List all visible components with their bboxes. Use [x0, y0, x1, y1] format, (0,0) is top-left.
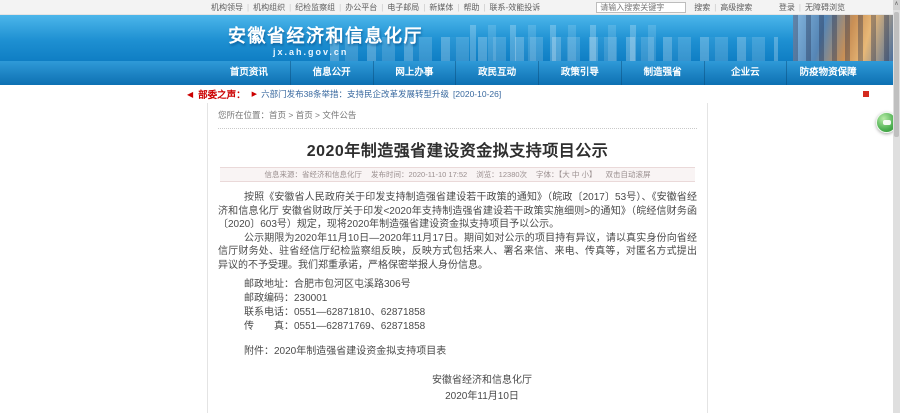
utility-link-new-media[interactable]: 新媒体 [419, 2, 453, 13]
article-paragraph: 按照《安徽省人民政府关于印发支持制造强省建设若干政策的通知》（皖政〔2017〕5… [218, 191, 697, 232]
font-size-controls[interactable]: 字体：【大 中 小】 [536, 169, 596, 180]
utility-link-email[interactable]: 电子邮局 [377, 2, 419, 13]
signature-org: 安徽省经济和信息化厅 [427, 373, 537, 389]
banner-skyline-towers-graphic [470, 25, 670, 61]
browser-page: 机构领导 机构组织 纪检监察组 办公平台 电子邮局 新媒体 帮助 联系-效能投诉… [0, 0, 900, 413]
ticker-prev-icon[interactable]: ◀ [187, 90, 193, 99]
nav-item-manufacturing-province[interactable]: 制造强省 [621, 61, 704, 85]
utility-link-help[interactable]: 帮助 [453, 2, 479, 13]
utility-bar: 机构领导 机构组织 纪检监察组 办公平台 电子邮局 新媒体 帮助 联系-效能投诉… [0, 0, 893, 15]
attachment-reference: 附件：2020年制造强省建设资金拟支持项目表 [218, 342, 697, 357]
contact-postcode: 邮政编码：230001 [244, 292, 697, 306]
nav-item-online-services[interactable]: 网上办事 [373, 61, 456, 85]
utility-link-leadership[interactable]: 机构领导 [211, 2, 243, 13]
article-body: 按照《安徽省人民政府关于印发支持制造强省建设若干政策的通知》（皖政〔2017〕5… [218, 191, 697, 413]
autoscroll-toggle[interactable]: 双击自动滚屏 [605, 169, 650, 180]
site-banner: 安徽省经济和信息化厅 jx.ah.gov.cn [0, 15, 893, 61]
site-url: jx.ah.gov.cn [273, 47, 348, 57]
scrollbar: ∧ [893, 0, 900, 413]
signature-block: 安徽省经济和信息化厅 2020年11月10日 [427, 373, 537, 405]
ticker-bullet-icon: ▶ [252, 90, 257, 98]
signature-date: 2020年11月10日 [427, 389, 537, 405]
main-content: 您所在位置：首页 > 首页 > 文件公告 2020年制造强省建设资金拟支持项目公… [0, 103, 893, 413]
article-meta-bar: 信息来源：省经济和信息化厅 发布时间：2020-11-10 17:52 浏览：1… [220, 167, 695, 182]
content-right-border [707, 103, 708, 413]
search-input[interactable] [596, 2, 686, 13]
contact-phone: 联系电话：0551—62871810、62871858 [244, 306, 697, 320]
nav-item-home-news[interactable]: 首页资讯 [208, 61, 290, 85]
service-icon [883, 120, 891, 125]
main-nav: 首页资讯 信息公开 网上办事 政民互动 政策引导 制造强省 企业云 防疫物资保障 [0, 61, 893, 85]
contact-address: 邮政地址：合肥市包河区屯溪路306号 [244, 278, 697, 292]
news-ticker: ◀ 部委之声： ▶ 六部门发布38条举措：支持民企改革发展转型升级 [2020-… [0, 85, 893, 103]
utility-link-contact-complaint[interactable]: 联系-效能投诉 [479, 2, 540, 13]
ticker-more-icon[interactable] [863, 91, 869, 97]
utility-link-discipline[interactable]: 纪检监察组 [285, 2, 335, 13]
advanced-search-link[interactable]: 高级搜索 [710, 2, 752, 13]
utility-link-organization[interactable]: 机构组织 [243, 2, 285, 13]
contact-fax: 传 真：0551—62871769、62871858 [244, 320, 697, 334]
meta-source: 信息来源：省经济和信息化厅 [265, 169, 363, 180]
article-title: 2020年制造强省建设资金拟支持项目公示 [218, 137, 697, 161]
search-button[interactable]: 搜索 [694, 2, 710, 13]
article-paragraph: 公示期限为2020年11月10日—2020年11月17日。期间如对公示的项目持有… [218, 232, 697, 273]
ticker-date: [2020-10-26] [453, 89, 501, 99]
article-column: 您所在位置：首页 > 首页 > 文件公告 2020年制造强省建设资金拟支持项目公… [208, 103, 707, 413]
ticker-label: 部委之声： [198, 87, 246, 101]
meta-publish-time: 发布时间：2020-11-10 17:52 [371, 169, 467, 180]
login-link[interactable]: 登录 [779, 2, 795, 13]
nav-item-interaction[interactable]: 政民互动 [455, 61, 538, 85]
utility-link-office-platform[interactable]: 办公平台 [335, 2, 377, 13]
breadcrumb[interactable]: 您所在位置：首页 > 首页 > 文件公告 [218, 103, 697, 129]
scroll-up-arrow-icon[interactable]: ∧ [893, 0, 900, 10]
nav-item-enterprise-cloud[interactable]: 企业云 [704, 61, 787, 85]
accessibility-link[interactable]: 无障碍浏览 [795, 2, 845, 13]
banner-city-photo [793, 15, 893, 61]
meta-view-count: 浏览：12380次 [476, 169, 527, 180]
site-title[interactable]: 安徽省经济和信息化厅 [228, 22, 423, 48]
nav-item-policy-guidance[interactable]: 政策引导 [538, 61, 621, 85]
nav-item-epidemic-supplies[interactable]: 防疫物资保障 [786, 61, 869, 85]
contact-block: 邮政地址：合肥市包河区屯溪路306号 邮政编码：230001 联系电话：0551… [218, 278, 697, 334]
ticker-headline-link[interactable]: 六部门发布38条举措：支持民企改革发展转型升级 [261, 88, 449, 100]
scrollbar-thumb[interactable] [894, 12, 899, 137]
nav-item-info-disclosure[interactable]: 信息公开 [290, 61, 373, 85]
